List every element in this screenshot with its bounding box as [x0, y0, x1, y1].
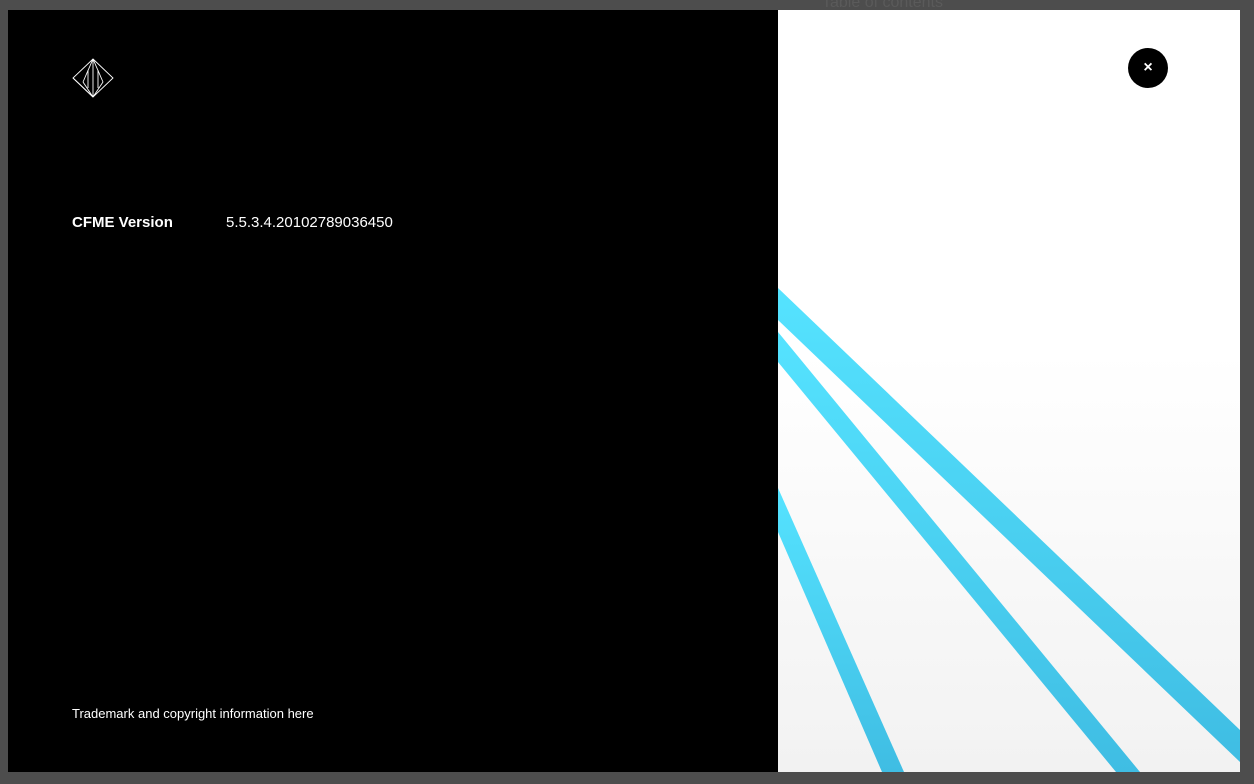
decorative-stripe [778, 332, 1140, 772]
decorative-stripe [778, 488, 904, 772]
version-value: 5.5.3.4.20102789036450 [226, 214, 393, 231]
decorative-panel [778, 10, 1240, 772]
close-button[interactable]: × [1128, 48, 1168, 88]
version-row: CFME Version 5.5.3.4.20102789036450 [72, 214, 393, 231]
trademark-link[interactable]: here [288, 706, 314, 721]
trademark-text: Trademark and copyright information [72, 706, 288, 721]
version-label: CFME Version [72, 214, 173, 231]
trademark-info: Trademark and copyright information here [72, 706, 314, 721]
decorative-lines [778, 288, 1240, 772]
about-modal-content: CFME Version 5.5.3.4.20102789036450 Trad… [8, 10, 778, 772]
close-icon: × [1143, 59, 1153, 76]
brand-logo-icon [72, 58, 114, 98]
about-modal: CFME Version 5.5.3.4.20102789036450 Trad… [8, 10, 1240, 772]
